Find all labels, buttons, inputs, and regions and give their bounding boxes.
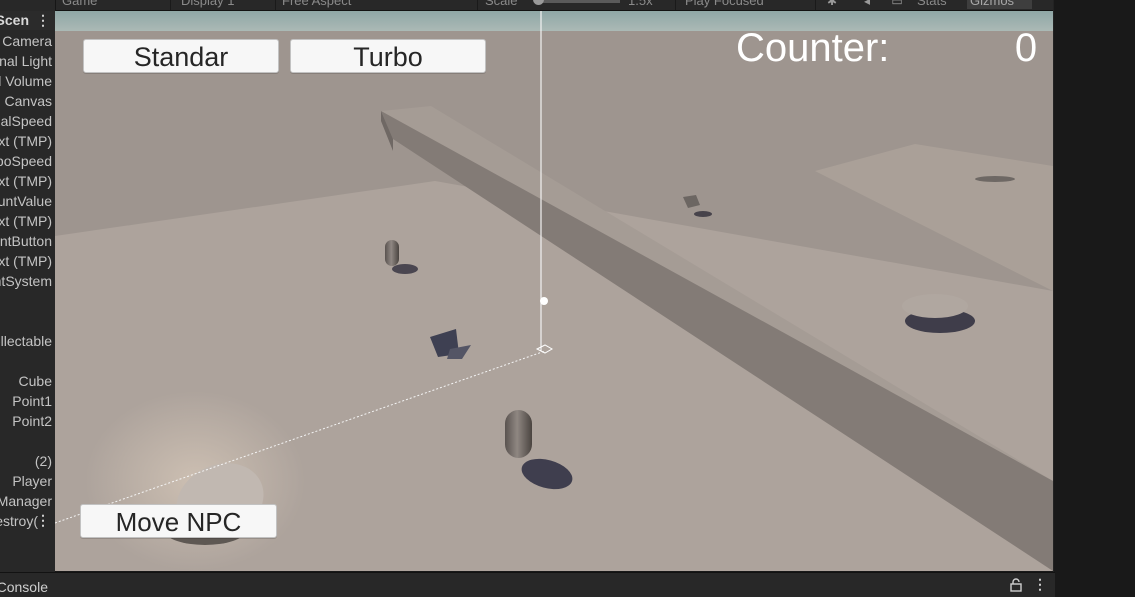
platform-disc (902, 294, 968, 318)
lock-icon[interactable] (1010, 578, 1022, 592)
aspect-dropdown[interactable]: Free Aspect (282, 0, 351, 9)
hierarchy-item[interactable] (0, 431, 55, 451)
platform-disc (975, 176, 1015, 182)
hierarchy-item[interactable]: Collectable (0, 331, 55, 351)
console-tab-label: Console (0, 579, 48, 595)
console-panel-header: Console ⋮ (0, 572, 1055, 597)
toolbar-divider (815, 0, 816, 10)
hierarchy-item[interactable]: Text (TMP) (0, 131, 55, 151)
hierarchy-item[interactable]: Text (TMP) (0, 171, 55, 191)
game-tab[interactable]: Game (62, 0, 97, 9)
toolbar-divider (477, 0, 478, 10)
bug-icon[interactable]: ✱ (825, 0, 839, 8)
scale-label: Scale (485, 0, 518, 8)
hierarchy-item[interactable]: Text (TMP) (0, 251, 55, 271)
move-npc-button[interactable]: Move NPC (80, 504, 277, 538)
kebab-menu-icon[interactable]: ⋮ (1033, 575, 1047, 594)
toolbar-divider (675, 0, 676, 10)
turbo-speed-button[interactable]: Turbo (290, 39, 486, 73)
hierarchy-item[interactable] (0, 311, 55, 331)
stats-button[interactable]: Stats (917, 0, 947, 9)
hierarchy-panel: Scen ⋮ Camera Directional Light Global V… (0, 0, 56, 572)
hierarchy-item[interactable]: CountValue (0, 191, 55, 211)
hierarchy-item[interactable]: EventSystem (0, 271, 55, 291)
right-margin (1054, 0, 1135, 572)
capsule-small (385, 240, 399, 266)
hierarchy-item[interactable]: DontDestroy(⋮ (0, 511, 55, 531)
hierarchy-item[interactable]: Directional Light (0, 51, 55, 71)
capsule-shadow (392, 264, 418, 274)
gizmos-button[interactable]: Gizmos (967, 0, 1032, 9)
display-dropdown[interactable]: Display 1 (181, 0, 234, 9)
standard-speed-button[interactable]: Standar (83, 39, 279, 73)
hierarchy-item[interactable]: Cube (0, 371, 55, 391)
hierarchy-list: Camera Directional Light Global Volume C… (0, 31, 55, 531)
hierarchy-item[interactable] (0, 351, 55, 371)
hierarchy-item[interactable]: TurboSpeed (0, 151, 55, 171)
hierarchy-item[interactable] (0, 291, 55, 311)
scene-name: Scen (0, 12, 29, 28)
hierarchy-item[interactable]: Global Volume (0, 71, 55, 91)
hierarchy-item[interactable]: Point1 (0, 391, 55, 411)
scale-value: 1.5x (628, 0, 653, 8)
audio-mute-icon[interactable]: ◂ (860, 0, 874, 8)
display-icon[interactable]: ▭ (890, 0, 904, 8)
scene-header[interactable]: Scen ⋮ (0, 11, 55, 30)
hierarchy-item[interactable]: NormalSpeed (0, 111, 55, 131)
hierarchy-item[interactable]: Camera (0, 31, 55, 51)
bottom-right-margin (1055, 572, 1135, 596)
counter-value: 0 (1014, 26, 1038, 70)
scale-slider-track[interactable] (535, 0, 620, 3)
game-scene (55, 11, 1053, 571)
toolbar-divider (170, 0, 171, 10)
hierarchy-item[interactable]: Canvas (0, 91, 55, 111)
hierarchy-item[interactable]: Text (TMP) (0, 211, 55, 231)
cube-shadow (694, 211, 712, 217)
counter-label: Counter: (736, 26, 890, 70)
game-view[interactable]: Standar Turbo Counter: 0 Move NPC (55, 11, 1053, 571)
toolbar-divider (275, 0, 276, 10)
console-tab[interactable]: Console (0, 577, 60, 597)
game-view-toolbar: ▤ Game Display 1 Free Aspect Scale 1.5x … (0, 0, 1055, 11)
light-gizmo-icon (540, 297, 548, 305)
hierarchy-item[interactable]: GameManager (0, 491, 55, 511)
kebab-menu-icon[interactable]: ⋮ (36, 11, 50, 30)
kebab-menu-icon[interactable]: ⋮ (36, 511, 50, 530)
play-focused-dropdown[interactable]: Play Focused (685, 0, 764, 9)
hierarchy-item[interactable]: Player (0, 471, 55, 491)
player-capsule (505, 410, 532, 458)
hierarchy-item[interactable]: Point2 (0, 411, 55, 431)
scale-slider-handle[interactable] (533, 0, 544, 5)
hierarchy-item[interactable]: (2) (0, 451, 55, 471)
hierarchy-item[interactable]: MovementButton (0, 231, 55, 251)
